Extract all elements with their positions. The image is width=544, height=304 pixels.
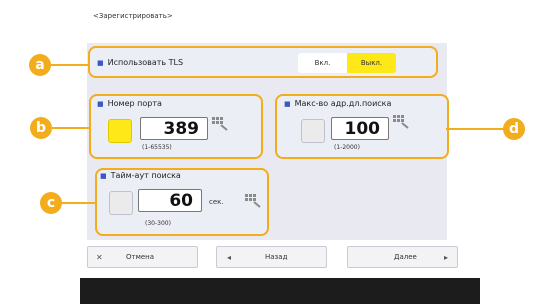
bullet-icon: ■ (100, 172, 107, 180)
timeout-label: Тайм-аут поиска (110, 171, 181, 180)
bottom-dark-bar (80, 278, 480, 304)
arrow-left-icon: ◂ (227, 252, 232, 262)
callout-badge-b: b (30, 117, 52, 139)
arrow-right-icon: ▸ (444, 252, 449, 262)
tls-label: Использовать TLS (107, 58, 184, 67)
timeout-input[interactable]: 60 (138, 189, 202, 212)
callout-line-d (446, 128, 504, 130)
callout-badge-a: a (29, 54, 51, 76)
callout-line-b (52, 127, 90, 129)
timeout-unit: сек. (209, 198, 224, 206)
max-search-label: Макс-во адр.дл.поиска (294, 99, 392, 108)
tls-off-button[interactable]: Выкл. (347, 53, 396, 73)
max-search-range: (1-2000) (334, 144, 360, 151)
back-button[interactable]: ◂ Назад (216, 246, 327, 268)
timeout-label-row: ■ Тайм-аут поиска (100, 171, 181, 180)
port-label: Номер порта (107, 99, 162, 108)
tls-on-button[interactable]: Вкл. (298, 53, 347, 73)
bullet-icon: ■ (97, 100, 104, 108)
close-icon: ✕ (96, 252, 103, 262)
back-label: Назад (265, 253, 288, 261)
callout-line-c (62, 202, 96, 204)
port-range: (1-65535) (142, 144, 172, 151)
port-color-button[interactable] (108, 119, 132, 143)
numeric-keypad-icon[interactable] (245, 193, 261, 212)
next-label: Далее (394, 253, 417, 261)
port-label-row: ■ Номер порта (97, 99, 162, 108)
port-input[interactable]: 389 (140, 117, 208, 140)
callout-badge-d: d (503, 118, 525, 140)
bullet-icon: ■ (284, 100, 291, 108)
numeric-keypad-icon[interactable] (212, 116, 228, 135)
next-button[interactable]: Далее ▸ (347, 246, 458, 268)
max-search-label-row: ■ Макс-во адр.дл.поиска (284, 99, 391, 108)
footer-nav: ✕ Отмена ◂ Назад Далее ▸ (87, 246, 469, 268)
page-title: <Зарегистрировать> (93, 12, 173, 20)
numeric-keypad-icon[interactable] (393, 114, 409, 133)
timeout-color-button[interactable] (109, 191, 133, 215)
cancel-label: Отмена (126, 253, 155, 261)
max-search-input[interactable]: 100 (331, 117, 389, 140)
timeout-range: (30-300) (145, 220, 171, 227)
cancel-button[interactable]: ✕ Отмена (87, 246, 198, 268)
callout-badge-c: c (40, 192, 62, 214)
bullet-icon: ■ (97, 59, 104, 67)
tls-label-row: ■ Использовать TLS (97, 58, 183, 67)
tls-toggle: Вкл. Выкл. (298, 53, 396, 73)
max-search-color-button[interactable] (301, 119, 325, 143)
callout-line-a (51, 64, 89, 66)
